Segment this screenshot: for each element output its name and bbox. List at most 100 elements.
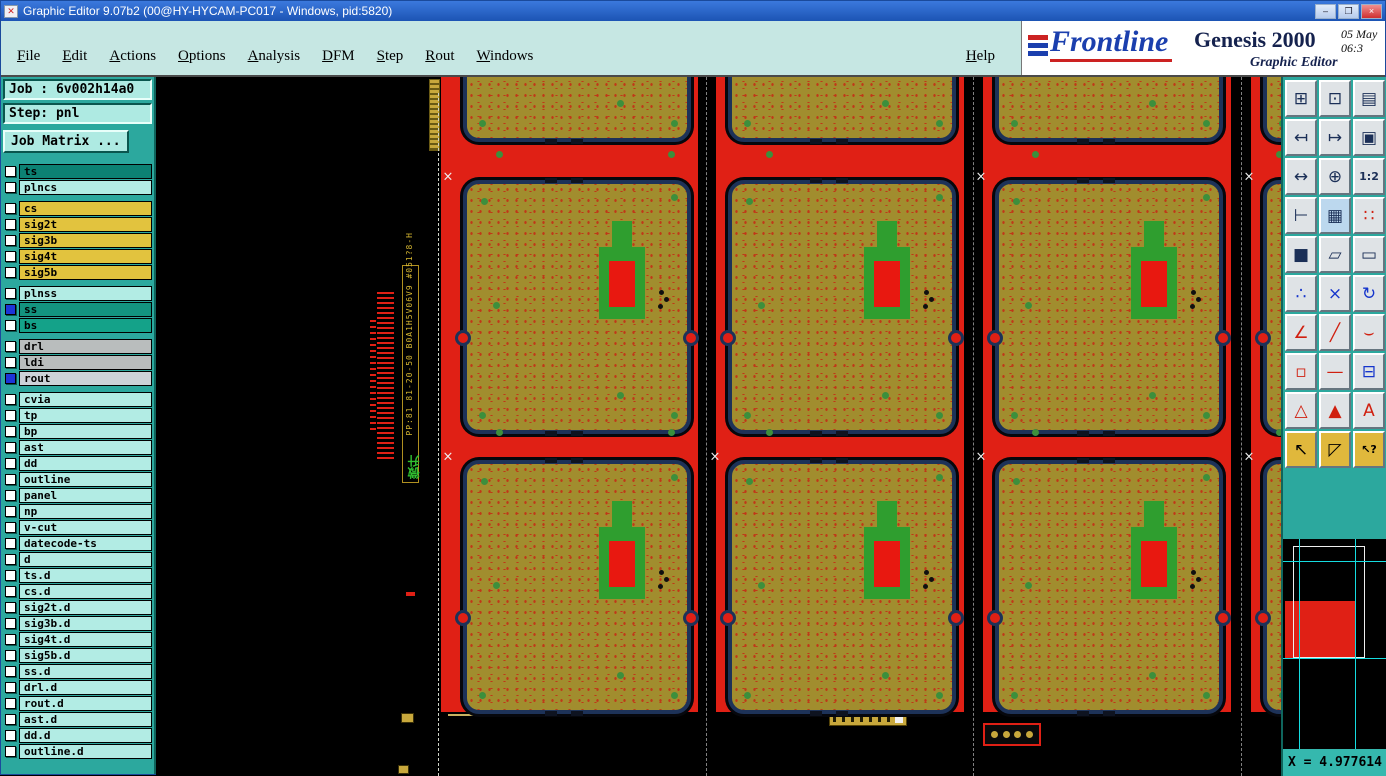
layer-label[interactable]: sig3b xyxy=(19,233,152,248)
layer-label[interactable]: panel xyxy=(19,488,152,503)
layer-checkbox[interactable] xyxy=(5,474,16,485)
layer-checkbox[interactable] xyxy=(5,458,16,469)
layer-label[interactable]: cs xyxy=(19,201,152,216)
layer-label[interactable]: bp xyxy=(19,424,152,439)
layer-checkbox[interactable] xyxy=(5,730,16,741)
close-button[interactable]: × xyxy=(1361,4,1382,19)
text-icon[interactable]: A xyxy=(1353,392,1385,429)
layer-checkbox[interactable] xyxy=(5,490,16,501)
fit-view-icon[interactable]: ↔ xyxy=(1285,158,1317,195)
triangle-filled-icon[interactable]: ▲ xyxy=(1319,392,1351,429)
job-matrix-button[interactable]: Job Matrix ... xyxy=(3,130,129,153)
layer-checkbox[interactable] xyxy=(5,538,16,549)
zoom-ratio-button[interactable]: 1:2 xyxy=(1353,158,1385,195)
layer-checkbox[interactable] xyxy=(5,341,16,352)
menu-dfm[interactable]: DFM xyxy=(322,48,355,65)
layer-checkbox[interactable] xyxy=(5,602,16,613)
layer-label[interactable]: dd.d xyxy=(19,728,152,743)
layer-checkbox[interactable] xyxy=(5,182,16,193)
export-view-icon[interactable]: ↦ xyxy=(1319,119,1351,156)
layer-label[interactable]: cs.d xyxy=(19,584,152,599)
layer-label[interactable]: ldi xyxy=(19,355,152,370)
cursor-query-icon[interactable]: ↖? xyxy=(1353,431,1385,468)
layer-checkbox[interactable] xyxy=(5,320,16,331)
layer-label[interactable]: tp xyxy=(19,408,152,423)
measure-icon[interactable]: ⊢ xyxy=(1285,197,1317,234)
layer-label[interactable]: outline xyxy=(19,472,152,487)
layer-label[interactable]: sig5b xyxy=(19,265,152,280)
menu-analysis[interactable]: Analysis xyxy=(248,48,301,65)
drawer-icon[interactable]: ▤ xyxy=(1353,80,1385,117)
layer-checkbox[interactable] xyxy=(5,698,16,709)
layer-checkbox[interactable] xyxy=(5,251,16,262)
title-bar[interactable]: ✕ Graphic Editor 9.07b2 (00@HY-HYCAM-PC0… xyxy=(1,1,1385,21)
menu-windows[interactable]: Windows xyxy=(476,48,533,65)
layer-checkbox[interactable] xyxy=(5,634,16,645)
menu-options[interactable]: Options xyxy=(178,48,226,65)
layer-label[interactable]: ts xyxy=(19,164,152,179)
layer-checkbox[interactable] xyxy=(5,442,16,453)
triangle-outline-icon[interactable]: △ xyxy=(1285,392,1317,429)
layer-checkbox[interactable] xyxy=(5,682,16,693)
layer-label[interactable]: sig5b.d xyxy=(19,648,152,663)
layer-checkbox[interactable] xyxy=(5,666,16,677)
snap-points-icon[interactable]: ∷ xyxy=(1353,197,1385,234)
layer-label[interactable]: outline.d xyxy=(19,744,152,759)
layer-label[interactable]: ss xyxy=(19,302,152,317)
cursor-icon[interactable]: ↖ xyxy=(1285,431,1317,468)
layer-checkbox[interactable] xyxy=(5,267,16,278)
layer-label[interactable]: ts.d xyxy=(19,568,152,583)
layer-checkbox[interactable] xyxy=(5,166,16,177)
menu-help[interactable]: Help xyxy=(966,48,995,65)
menu-rout[interactable]: Rout xyxy=(425,48,454,65)
page-icon[interactable]: ⊞ xyxy=(1285,80,1317,117)
layer-label[interactable]: cvia xyxy=(19,392,152,407)
layer-label[interactable]: sig4t xyxy=(19,249,152,264)
layer-label[interactable]: bs xyxy=(19,318,152,333)
delete-icon[interactable]: × xyxy=(1319,275,1351,312)
cursor-select-icon[interactable]: ◸ xyxy=(1319,431,1351,468)
layer-checkbox[interactable] xyxy=(5,522,16,533)
rotate-icon[interactable]: ↻ xyxy=(1353,275,1385,312)
angle-icon[interactable]: ∠ xyxy=(1285,314,1317,351)
import-view-icon[interactable]: ↤ xyxy=(1285,119,1317,156)
layer-label[interactable]: sig3b.d xyxy=(19,616,152,631)
layer-checkbox[interactable] xyxy=(5,554,16,565)
trace-icon[interactable]: — xyxy=(1319,353,1351,390)
menu-step[interactable]: Step xyxy=(377,48,404,65)
layer-checkbox[interactable] xyxy=(5,357,16,368)
pad-icon[interactable]: ▫ xyxy=(1285,353,1317,390)
layer-label[interactable]: np xyxy=(19,504,152,519)
layer-checkbox[interactable] xyxy=(5,304,16,315)
grid-icon[interactable]: ▦ xyxy=(1319,197,1351,234)
layer-checkbox[interactable] xyxy=(5,570,16,581)
monitor-icon[interactable]: ⊡ xyxy=(1319,80,1351,117)
layer-label[interactable]: sig2t xyxy=(19,217,152,232)
layer-checkbox[interactable] xyxy=(5,506,16,517)
pan-icon[interactable]: ⊕ xyxy=(1319,158,1351,195)
layer-label[interactable]: rout xyxy=(19,371,152,386)
layer-checkbox[interactable] xyxy=(5,219,16,230)
layer-label[interactable]: ast.d xyxy=(19,712,152,727)
layer-label[interactable]: v-cut xyxy=(19,520,152,535)
layer-label[interactable]: datecode-ts xyxy=(19,536,152,551)
menu-actions[interactable]: Actions xyxy=(109,48,156,65)
line-icon[interactable]: ╱ xyxy=(1319,314,1351,351)
arc-icon[interactable]: ⌣ xyxy=(1353,314,1385,351)
layer-checkbox[interactable] xyxy=(5,650,16,661)
select-points-icon[interactable]: ∴ xyxy=(1285,275,1317,312)
layer-label[interactable]: sig4t.d xyxy=(19,632,152,647)
layer-label[interactable]: rout.d xyxy=(19,696,152,711)
layer-checkbox[interactable] xyxy=(5,394,16,405)
overview-panel[interactable] xyxy=(1281,539,1386,749)
layer-label[interactable]: d xyxy=(19,552,152,567)
layer-label[interactable]: drl.d xyxy=(19,680,152,695)
layer-label[interactable]: ast xyxy=(19,440,152,455)
layer-label[interactable]: sig2t.d xyxy=(19,600,152,615)
layer-label[interactable]: ss.d xyxy=(19,664,152,679)
layer-checkbox[interactable] xyxy=(5,586,16,597)
tile-windows-icon[interactable]: ▣ xyxy=(1353,119,1385,156)
main-canvas[interactable]: PP:81 81-20-50 B0A1H5V06V9 #051?8-H 微升 ×… xyxy=(156,77,1281,776)
menu-file[interactable]: File xyxy=(17,48,40,65)
layer-checkbox[interactable] xyxy=(5,235,16,246)
